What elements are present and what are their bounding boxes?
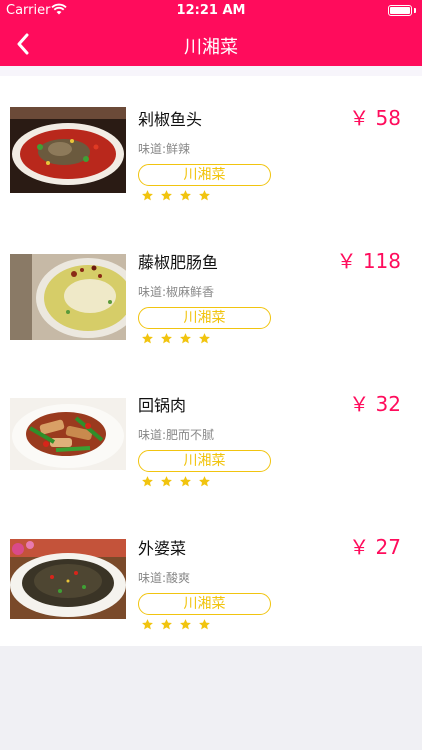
star-icon <box>199 333 210 344</box>
rating-stars <box>141 332 211 345</box>
star-icon <box>161 619 172 630</box>
star-icon <box>161 333 172 344</box>
dish-image <box>10 539 126 619</box>
dish-image <box>10 254 126 340</box>
dish-price: ￥ 27 <box>349 535 401 559</box>
nav-bar: 川湘菜 <box>0 22 422 66</box>
star-icon <box>180 476 191 487</box>
star-icon <box>142 476 153 487</box>
dish-price: ￥ 32 <box>349 392 401 416</box>
list-item[interactable]: 回锅肉 味道:肥而不腻 川湘菜 ￥ 32 <box>0 388 422 530</box>
dish-taste: 味道:酸爽 <box>138 571 191 585</box>
category-tag[interactable]: 川湘菜 <box>138 593 271 615</box>
star-icon <box>142 190 153 201</box>
dish-name: 藤椒肥肠鱼 <box>138 253 219 272</box>
dish-taste: 味道:肥而不腻 <box>138 428 215 442</box>
battery-cap <box>414 8 416 13</box>
list-top-divider <box>0 66 422 76</box>
dish-name: 回锅肉 <box>138 396 187 415</box>
star-icon <box>180 190 191 201</box>
app-header: Carrier 12:21 AM 川湘菜 <box>0 0 422 66</box>
star-icon <box>161 190 172 201</box>
list-item[interactable]: 藤椒肥肠鱼 味道:椒麻鲜香 川湘菜 ￥ 118 <box>0 245 422 387</box>
dish-taste: 味道:椒麻鲜香 <box>138 285 215 299</box>
dish-taste: 味道:鲜辣 <box>138 142 191 156</box>
battery-icon <box>388 5 412 16</box>
star-icon <box>180 619 191 630</box>
dish-image <box>10 398 126 470</box>
dish-name: 外婆菜 <box>138 539 187 558</box>
star-icon <box>161 476 172 487</box>
dish-name: 剁椒鱼头 <box>138 110 203 129</box>
category-tag[interactable]: 川湘菜 <box>138 164 271 186</box>
page-title: 川湘菜 <box>184 37 238 58</box>
dish-price: ￥ 58 <box>349 106 401 130</box>
dish-image <box>10 107 126 193</box>
dish-list[interactable]: 剁椒鱼头 味道:鲜辣 川湘菜 ￥ 58 藤椒肥肠鱼 味道:椒麻鲜香 川湘菜 ￥ … <box>0 66 422 646</box>
dish-price: ￥ 118 <box>336 249 401 273</box>
status-bar: Carrier 12:21 AM <box>0 0 422 22</box>
status-time: 12:21 AM <box>176 3 246 18</box>
star-icon <box>199 190 210 201</box>
star-icon <box>180 333 191 344</box>
star-icon <box>142 619 153 630</box>
category-tag[interactable]: 川湘菜 <box>138 450 271 472</box>
rating-stars <box>141 475 211 488</box>
rating-stars <box>141 189 211 202</box>
star-icon <box>142 333 153 344</box>
rating-stars <box>141 618 211 631</box>
list-item[interactable]: 剁椒鱼头 味道:鲜辣 川湘菜 ￥ 58 <box>0 102 422 244</box>
category-tag[interactable]: 川湘菜 <box>138 307 271 329</box>
star-icon <box>199 476 210 487</box>
star-icon <box>199 619 210 630</box>
list-item[interactable]: 外婆菜 味道:酸爽 川湘菜 ￥ 27 <box>0 531 422 673</box>
